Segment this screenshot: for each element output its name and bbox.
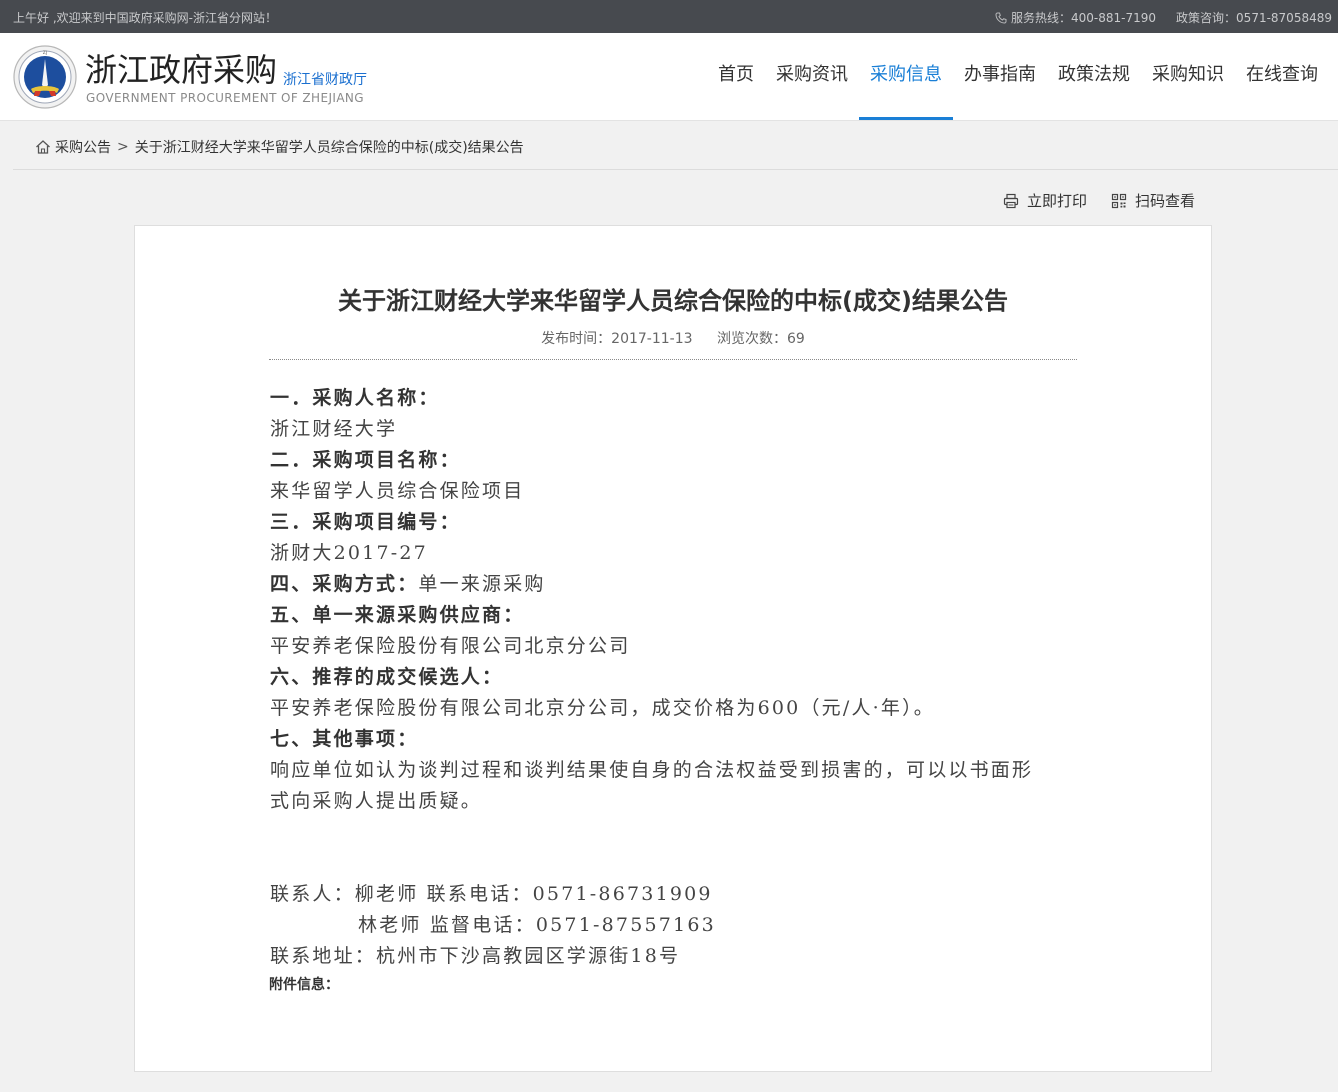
svg-text:ZJ: ZJ (43, 50, 47, 56)
print-button[interactable]: 立即打印 (1003, 190, 1087, 211)
other-matters-line-1: 响应单位如认为谈判过程和谈判结果使自身的合法权益受到损害的，可以以书面形 (270, 759, 1034, 781)
article-tools: 立即打印 扫码查看 (979, 190, 1195, 211)
section-heading-purchaser: 一．采购人名称： (270, 387, 440, 409)
contact-address: 联系地址：杭州市下沙高教园区学源街18号 (270, 945, 681, 967)
project-name: 来华留学人员综合保险项目 (270, 480, 525, 502)
supplier-name: 平安养老保险股份有限公司北京分公司 (270, 635, 631, 657)
section-heading-other: 七、其他事项： (270, 728, 419, 750)
nav-item-knowledge[interactable]: 采购知识 (1141, 33, 1235, 120)
other-matters-line-2: 式向采购人提出质疑。 (270, 790, 483, 812)
site-english-name: GOVERNMENT PROCUREMENT OF ZHEJIANG (86, 91, 365, 105)
attachment-label: 附件信息： (269, 977, 339, 993)
contact-line-1: 联系人：柳老师 联系电话：0571-86731909 (270, 883, 713, 905)
breadcrumb-current[interactable]: 关于浙江财经大学来华留学人员综合保险的中标(成交)结果公告 (135, 137, 524, 157)
title-divider (269, 359, 1077, 360)
scan-view-label: 扫码查看 (1134, 192, 1195, 210)
printer-icon (1003, 193, 1019, 208)
main-nav: 首页 采购资讯 采购信息 办事指南 政策法规 采购知识 在线查询 (707, 33, 1338, 120)
breadcrumb-section-link[interactable]: 采购公告 (55, 137, 111, 157)
nav-item-home[interactable]: 首页 (707, 33, 765, 120)
nav-item-policy[interactable]: 政策法规 (1047, 33, 1141, 120)
print-label: 立即打印 (1026, 192, 1087, 210)
article-title: 关于浙江财经大学来华留学人员综合保险的中标(成交)结果公告 (338, 287, 1008, 315)
greeting-text: 上午好 ,欢迎来到中国政府采购网-浙江省分网站！ (13, 11, 277, 25)
project-number: 浙财大2017-27 (270, 542, 428, 564)
breadcrumb-inner: 采购公告 > 关于浙江财经大学来华留学人员综合保险的中标(成交)结果公告 (35, 137, 524, 157)
breadcrumb-separator: > (117, 139, 129, 155)
article-card: 关于浙江财经大学来华留学人员综合保险的中标(成交)结果公告 发布时间：2017-… (134, 225, 1212, 1072)
scan-view-button[interactable]: 扫码查看 (1111, 190, 1195, 211)
publish-time: 发布时间：2017-11-13 (541, 331, 693, 347)
qr-code-icon (1111, 193, 1127, 208)
procurement-method-row: 四、采购方式：单一来源采购 (270, 569, 1070, 600)
site-header: ZJ 浙江政府采购 浙江省财政厅 GOVERNMENT PROCUREMENT … (0, 33, 1338, 121)
section-heading-supplier: 五、单一来源采购供应商： (270, 604, 525, 626)
section-heading-method: 四、采购方式： (270, 573, 419, 595)
article-body: 一．采购人名称： 浙江财经大学 二．采购项目名称： 来华留学人员综合保险项目 三… (270, 383, 1070, 972)
nav-item-procurement-info[interactable]: 采购信息 (859, 33, 953, 120)
top-bar-contacts: 服务热线：400-881-7190 政策咨询：0571-87058489 (995, 9, 1332, 26)
hotline-text: 服务热线：400-881-7190 (1011, 11, 1157, 25)
view-count: 浏览次数：69 (717, 331, 805, 347)
procurement-method: 单一来源采购 (418, 573, 546, 595)
nav-item-online-query[interactable]: 在线查询 (1235, 33, 1329, 120)
section-heading-candidate: 六、推荐的成交候选人： (270, 666, 504, 688)
nav-item-procurement-news[interactable]: 采购资讯 (765, 33, 859, 120)
candidate-detail: 平安养老保险股份有限公司北京分公司，成交价格为600（元/人·年）。 (270, 697, 936, 719)
policy-consult-text: 政策咨询：0571-87058489 (1176, 11, 1332, 25)
breadcrumb: 采购公告 > 关于浙江财经大学来华留学人员综合保险的中标(成交)结果公告 (13, 121, 1338, 170)
logo-emblem-icon[interactable]: ZJ (13, 45, 77, 109)
article-meta: 发布时间：2017-11-13 浏览次数：69 (135, 328, 1211, 348)
site-subtitle: 浙江省财政厅 (283, 72, 367, 88)
section-heading-project-name: 二．采购项目名称： (270, 449, 461, 471)
contact-line-2: 林老师 监督电话：0571-87557163 (358, 914, 716, 936)
nav-item-guide[interactable]: 办事指南 (953, 33, 1047, 120)
section-heading-project-number: 三．采购项目编号： (270, 511, 461, 533)
phone-icon (995, 12, 1007, 24)
home-icon[interactable] (35, 139, 51, 155)
purchaser-name: 浙江财经大学 (270, 418, 398, 440)
top-bar: 上午好 ,欢迎来到中国政府采购网-浙江省分网站！ 服务热线：400-881-71… (0, 0, 1338, 33)
site-title[interactable]: 浙江政府采购 (85, 50, 277, 90)
